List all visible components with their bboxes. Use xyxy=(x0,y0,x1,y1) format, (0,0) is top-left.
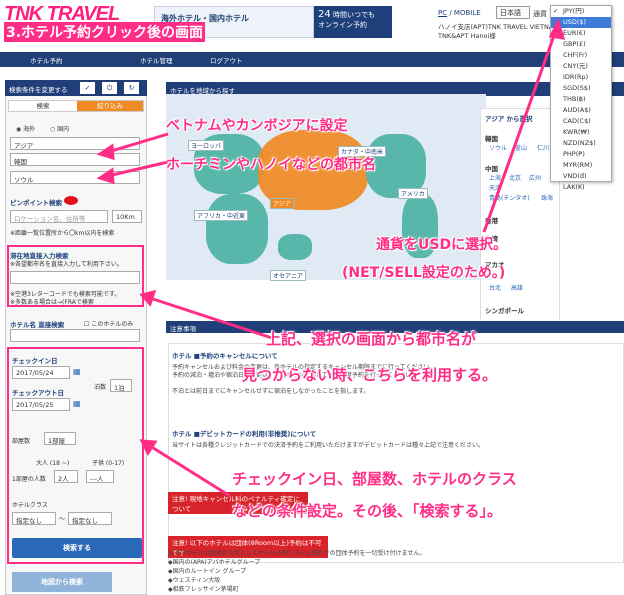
arrow-to-currency xyxy=(482,29,558,233)
arrow-to-city xyxy=(107,160,169,178)
arrow-head-country xyxy=(96,143,115,161)
annotation-title: 3.ホテル予約クリック後の画面 xyxy=(4,22,206,42)
annotation-currency-reason: (NET/SELL設定のため。) xyxy=(342,265,506,281)
annotation-conditions-1: チェックイン日、部屋数、ホテルのクラス xyxy=(232,470,517,488)
annotation-conditions-2: などの条件設定。その後、「検索する」。 xyxy=(232,502,503,520)
arrow-to-country xyxy=(107,132,169,154)
annotation-country: ベトナムやカンボジアに設定 xyxy=(166,118,348,134)
arrow-head-city xyxy=(96,167,115,185)
arrow-head-city-input xyxy=(139,289,157,307)
annotation-city-input-1: 上記、選択の画面から都市名が xyxy=(266,330,477,348)
arrow-to-conditions xyxy=(149,444,231,498)
annotation-city-input-2: 見つからない時、こちらを利用する。 xyxy=(242,366,498,384)
arrow-head-conditions xyxy=(139,439,158,457)
annotation-currency: 通貨をUSDに選択。 xyxy=(376,237,508,253)
annotation-city: ホーチミンやハノイなどの都市名 xyxy=(166,157,376,173)
arrow-head-currency xyxy=(548,18,566,40)
arrow-to-city-input xyxy=(149,296,273,340)
